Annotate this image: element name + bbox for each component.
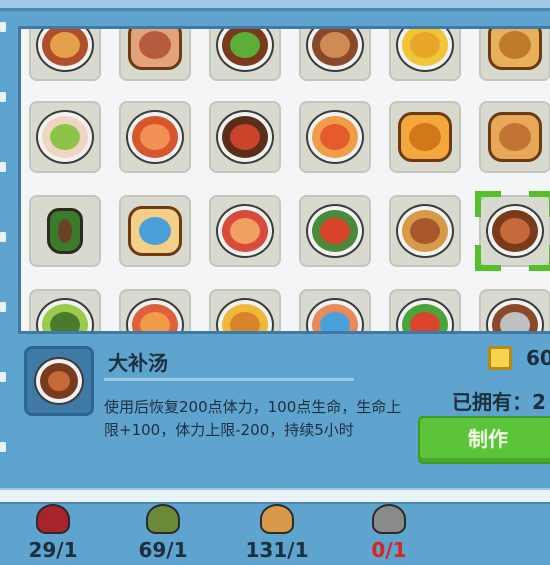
stew-icon	[488, 300, 542, 331]
shrimp-dish-icon	[308, 112, 362, 162]
recipe-slot[interactable]	[299, 289, 371, 331]
tonic-soup-icon	[36, 359, 82, 403]
recipe-slot[interactable]	[119, 195, 191, 267]
garden-salad-icon	[398, 300, 452, 331]
recipe-slot[interactable]	[389, 195, 461, 267]
coin-icon	[488, 346, 512, 370]
recipe-slot[interactable]	[29, 101, 101, 173]
ingredient-count: 29/1	[28, 538, 78, 562]
herb-sprig-icon	[146, 504, 180, 534]
tonic-soup-icon	[488, 206, 542, 256]
recipe-slot[interactable]	[119, 101, 191, 173]
ingredient-slot: 0/1	[344, 502, 434, 562]
fried-dough-icon	[488, 112, 542, 162]
fruit-bowl-icon	[218, 206, 272, 256]
ingredient-slot: 29/1	[8, 502, 98, 562]
top-frame	[0, 0, 550, 11]
left-frame	[0, 22, 8, 492]
ingredient-count: 69/1	[138, 538, 188, 562]
braised-pork-icon	[218, 112, 272, 162]
roast-meat-icon	[38, 29, 92, 70]
sandwich-icon	[128, 206, 182, 256]
golden-soup-icon	[218, 300, 272, 331]
recipe-grid[interactable]	[18, 26, 550, 334]
recipe-slot[interactable]	[479, 101, 550, 173]
vegetable-soup-icon	[308, 206, 362, 256]
green-soup-icon	[38, 300, 92, 331]
seafood-soup-icon	[308, 300, 362, 331]
recipe-slot[interactable]	[209, 289, 281, 331]
recipe-slot[interactable]	[209, 195, 281, 267]
selected-item-icon-box	[24, 346, 94, 416]
recipe-slot[interactable]	[299, 195, 371, 267]
bacon-icon	[128, 29, 182, 70]
craft-button[interactable]: 制作	[418, 416, 550, 464]
recipe-slot[interactable]	[479, 29, 550, 81]
noodle-soup-icon	[128, 112, 182, 162]
bun-icon	[398, 112, 452, 162]
mushroom-icon	[36, 504, 70, 534]
recipe-slot[interactable]	[29, 29, 101, 81]
ingredient-slot: 69/1	[118, 502, 208, 562]
owned-count: 已拥有：2	[452, 390, 546, 414]
recipe-slot[interactable]	[389, 289, 461, 331]
recipe-slot[interactable]	[475, 191, 550, 271]
recipe-slot[interactable]	[119, 289, 191, 331]
curry-bowl-icon	[398, 206, 452, 256]
recipe-slot[interactable]	[389, 29, 461, 81]
ingredient-count: 131/1	[245, 538, 309, 562]
recipe-slot[interactable]	[299, 101, 371, 173]
recipe-slot[interactable]	[299, 29, 371, 81]
recipe-slot[interactable]	[119, 29, 191, 81]
fried-rice-icon	[398, 29, 452, 70]
item-description: 使用后恢复200点体力，100点生命，生命上限+100，体力上限-200，持续5…	[104, 398, 402, 439]
recipe-slot[interactable]	[209, 101, 281, 173]
ingredient-count: 0/1	[371, 538, 407, 562]
recipe-slot[interactable]	[389, 101, 461, 173]
name-divider	[104, 378, 354, 381]
pancake-stack-icon	[488, 29, 542, 70]
ingredient-slot: 131/1	[232, 502, 322, 562]
stir-fry-icon	[218, 29, 272, 70]
pickle-jar-icon	[47, 208, 83, 254]
recipe-slot[interactable]	[479, 289, 550, 331]
recipe-slot[interactable]	[29, 195, 101, 267]
sausage-icon	[260, 504, 294, 534]
recipe-slot[interactable]	[209, 29, 281, 81]
tomato-dish-icon	[128, 300, 182, 331]
item-price: 60	[526, 346, 550, 370]
recipe-slot[interactable]	[29, 289, 101, 331]
cooking-pot-icon	[372, 504, 406, 534]
meat-dish-icon	[308, 29, 362, 70]
salad-bowl-icon	[38, 112, 92, 162]
item-name: 大补汤	[108, 351, 168, 375]
